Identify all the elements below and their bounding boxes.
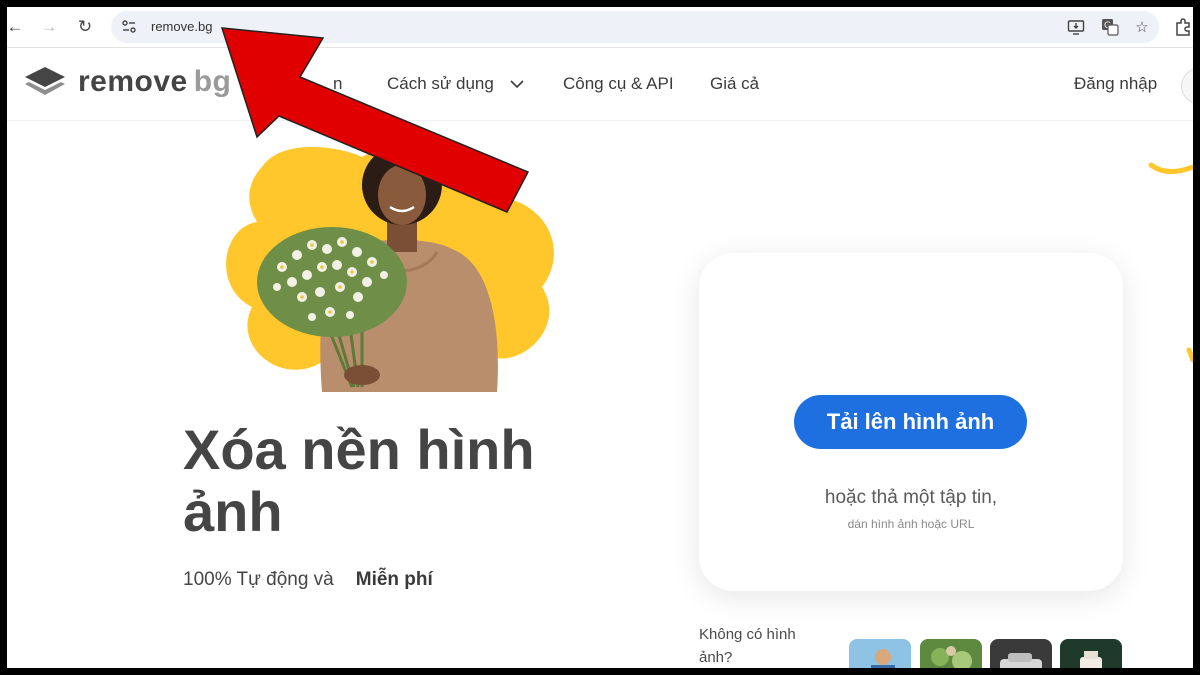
reload-icon[interactable]: ↻	[73, 15, 97, 39]
site-header: remove bg n Cách sử dụng Công cụ & API Gi…	[7, 48, 1193, 121]
paste-url-text: dán hình ảnh hoặc URL	[847, 517, 975, 531]
free-badge: Miễn phí	[344, 567, 445, 593]
logo-text-remove: remove	[78, 65, 188, 98]
upload-image-button[interactable]: Tải lên hình ảnh	[794, 395, 1027, 449]
upload-card[interactable]: Tải lên hình ảnh hoặc thả một tập tin, d…	[699, 253, 1123, 591]
sample-image-person[interactable]	[849, 639, 911, 668]
browser-toolbar: ← → ↻ remove.bg G ☆	[7, 7, 1193, 48]
url-text[interactable]: remove.bg	[151, 19, 212, 34]
browser-frame: ← → ↻ remove.bg G ☆	[7, 7, 1193, 668]
logo-layers-icon	[25, 67, 65, 95]
nav-item-how-to-use[interactable]: Cách sử dụng	[387, 74, 525, 94]
address-bar[interactable]: remove.bg G ☆	[111, 11, 1159, 43]
page-title: Xóa nền hình ảnh	[183, 418, 535, 543]
sample-image-object[interactable]	[1060, 639, 1122, 668]
site-info-icon[interactable]	[121, 19, 137, 35]
forward-arrow-icon[interactable]: →	[37, 15, 61, 39]
hero-woman-with-flowers-image	[226, 145, 554, 392]
nav-item-pricing[interactable]: Giá cả	[710, 74, 759, 94]
signup-button-edge[interactable]	[1181, 68, 1193, 104]
install-app-icon[interactable]	[1067, 18, 1085, 36]
hero-subtitle-text: 100% Tự động và	[183, 569, 334, 590]
sample-image-plants[interactable]	[920, 639, 982, 668]
nav-item-partial[interactable]: n	[333, 74, 342, 94]
back-arrow-icon[interactable]: ←	[7, 15, 27, 39]
nav-item-how-to-use-label: Cách sử dụng	[387, 74, 494, 93]
star-icon[interactable]: ☆	[1133, 18, 1151, 36]
sample-image-car[interactable]	[990, 639, 1052, 668]
hero-subtitle: 100% Tự động và Miễn phí	[183, 567, 445, 593]
chevron-down-icon	[510, 80, 524, 89]
logo-text: remove bg	[78, 65, 231, 99]
puzzle-icon[interactable]	[1173, 15, 1193, 37]
decorative-squiggle	[1148, 162, 1193, 363]
translate-icon[interactable]: G	[1101, 18, 1119, 36]
login-link[interactable]: Đăng nhập	[1074, 74, 1157, 94]
no-image-label: Không có hình ảnh?	[699, 626, 796, 666]
nav-item-tools-api[interactable]: Công cụ & API	[563, 74, 674, 94]
logo-text-bg: bg	[193, 65, 232, 98]
logo[interactable]: remove bg	[24, 65, 231, 99]
drop-file-text: hoặc thả một tập tin,	[824, 487, 998, 508]
